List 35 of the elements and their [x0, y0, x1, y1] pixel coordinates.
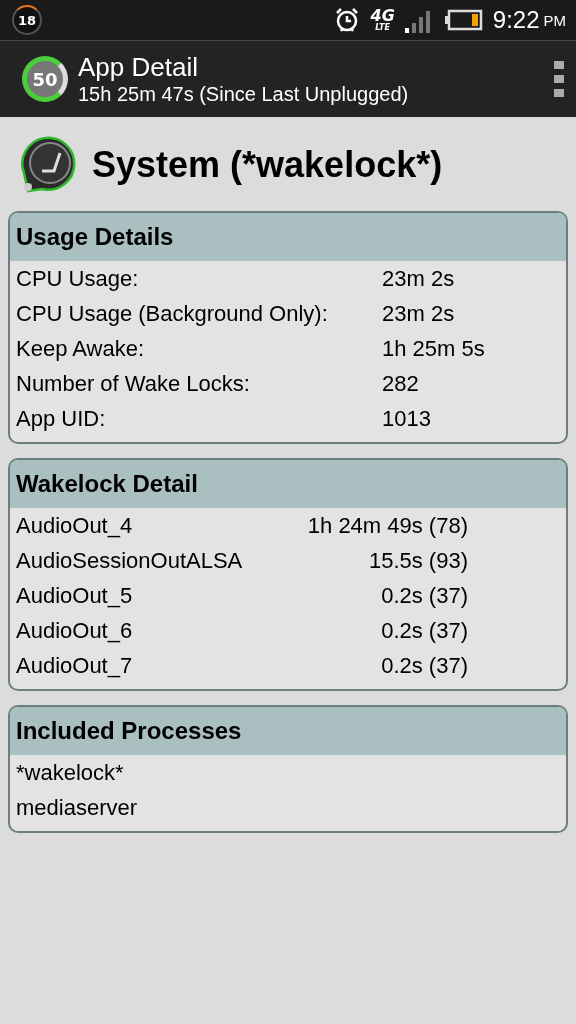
process-name: mediaserver	[16, 794, 138, 821]
screen-subtitle: 15h 25m 47s (Since Last Unplugged)	[78, 83, 409, 106]
detail-label: AudioOut_5	[16, 582, 134, 609]
detail-value: 0.2s (37)	[380, 617, 468, 644]
detail-label: Keep Awake:	[16, 335, 146, 362]
detail-value: 1h 25m 5s	[382, 335, 485, 362]
detail-value: 23m 2s	[382, 300, 455, 327]
process-name: *wakelock*	[16, 759, 124, 786]
battery-level-badge[interactable]: 50	[22, 56, 68, 102]
section-header: Included Processes	[10, 707, 566, 755]
detail-label: App UID:	[16, 405, 107, 432]
section-header: Usage Details	[10, 213, 566, 261]
detail-label: CPU Usage:	[16, 265, 140, 292]
overflow-menu-icon[interactable]	[554, 61, 564, 97]
detail-label: AudioOut_6	[16, 617, 134, 644]
section-header: Wakelock Detail	[10, 460, 566, 508]
detail-value: 0.2s (37)	[380, 582, 468, 609]
detail-value: 0.2s (37)	[380, 652, 468, 679]
app-name: System (*wakelock*)	[92, 144, 443, 186]
clock-time: 9:22	[492, 6, 540, 34]
detail-label: AudioOut_4	[16, 512, 134, 539]
detail-label: AudioOut_7	[16, 652, 134, 679]
detail-value: 282	[382, 370, 419, 397]
clock-period: PM	[543, 11, 566, 29]
detail-value: 1013	[382, 405, 431, 432]
detail-value: 23m 2s	[382, 265, 455, 292]
detail-label: Number of Wake Locks:	[16, 370, 251, 397]
detail-label: CPU Usage (Background Only):	[16, 300, 329, 327]
notification-badge: 18	[12, 5, 42, 35]
screen-title: App Detail	[78, 52, 199, 83]
battery-icon	[444, 9, 483, 31]
detail-value: 15.5s (93)	[367, 547, 468, 574]
network-type-icon: 4G LTE	[370, 8, 395, 32]
detail-value: 1h 24m 49s (78)	[306, 512, 468, 539]
detail-label: AudioSessionOutALSA	[16, 547, 244, 574]
